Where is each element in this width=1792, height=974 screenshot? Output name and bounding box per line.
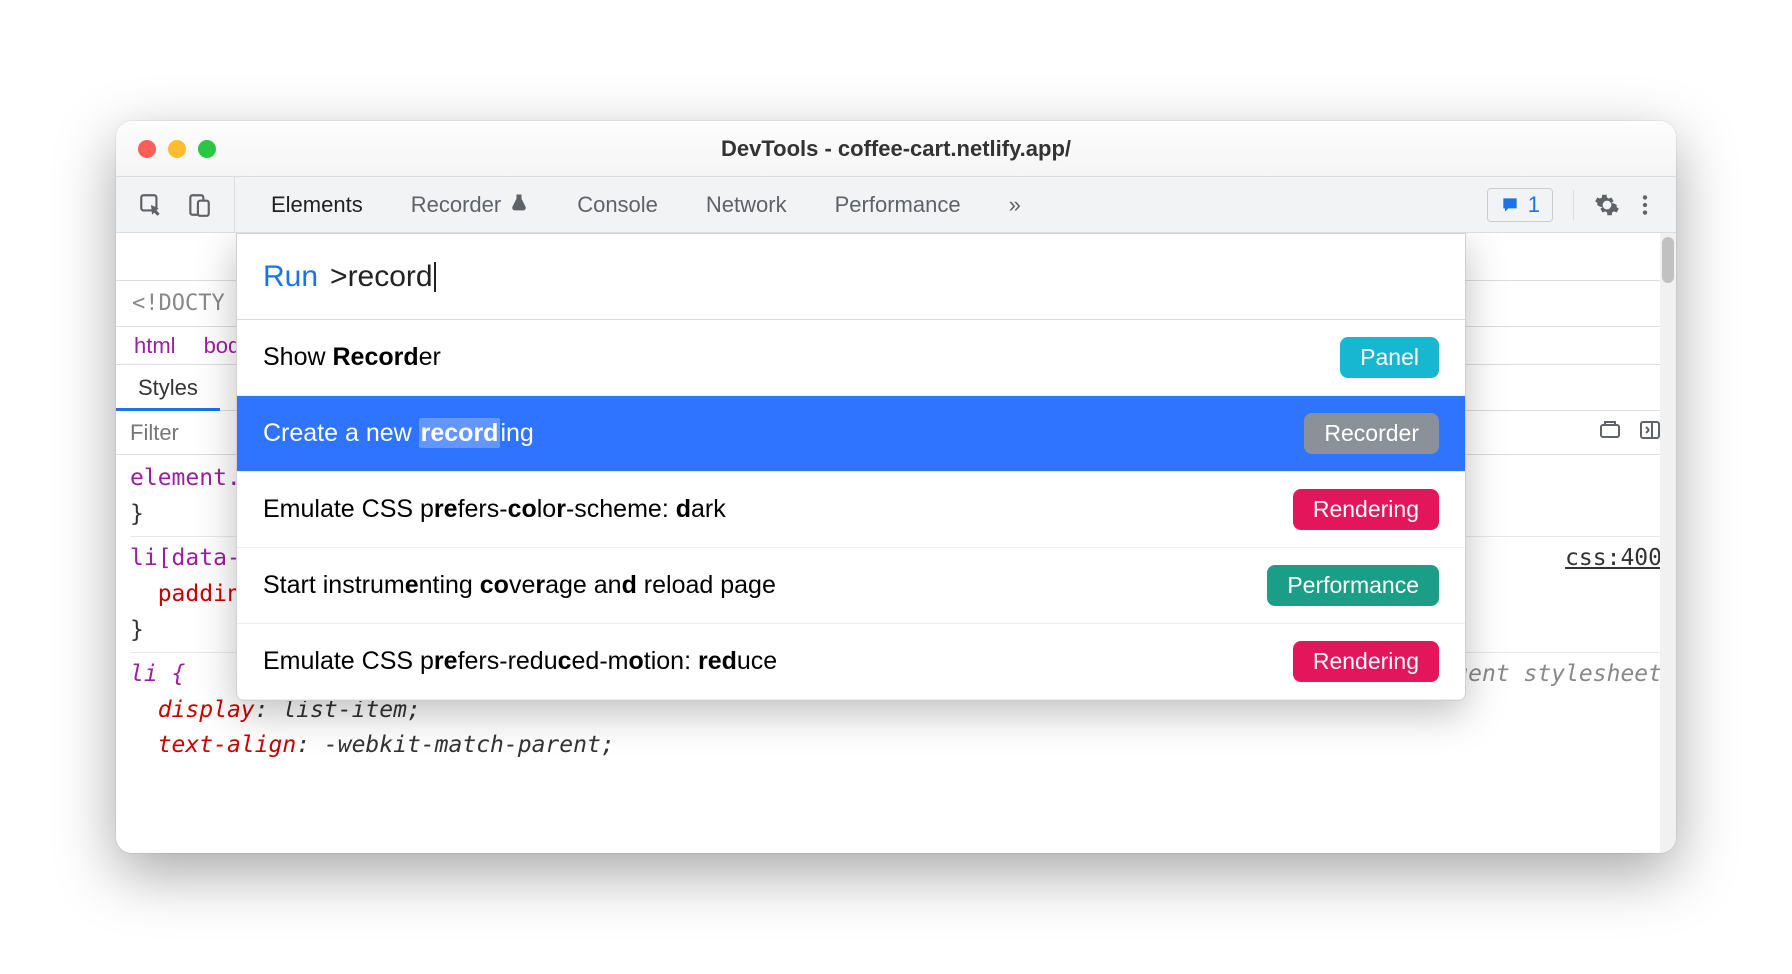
palette-item-label: Emulate CSS prefers-color-scheme: dark [263,495,726,524]
palette-item-1[interactable]: Create a new recording Recorder [237,396,1465,472]
rule1-close: } [130,501,144,527]
palette-item-label: Show Recorder [263,343,441,372]
panel-tabs: Elements Recorder Console Network Perfor… [235,177,1469,232]
tab-recorder[interactable]: Recorder [411,192,529,218]
toggle-sidebar-icon[interactable] [1638,418,1662,448]
rule3-selector: li { [130,661,185,687]
palette-item-label: Start instrumenting coverage and reload … [263,571,776,600]
palette-item-4[interactable]: Emulate CSS prefers-reduced-motion: redu… [237,624,1465,700]
filter-input[interactable]: Filter [130,420,179,446]
rule2-close: } [130,617,144,643]
tab-recorder-label: Recorder [411,192,501,218]
palette-item-badge: Rendering [1293,641,1439,682]
scrollbar[interactable] [1660,233,1676,853]
window-title: DevTools - coffee-cart.netlify.app/ [116,136,1676,162]
command-prefix: Run [263,260,318,294]
tab-performance[interactable]: Performance [835,192,961,218]
zoom-window-button[interactable] [198,140,216,158]
tab-styles[interactable]: Styles [116,365,220,410]
breadcrumb-html[interactable]: html [134,333,176,359]
separator [1573,190,1574,220]
breadcrumb-body[interactable]: bod [204,333,241,359]
palette-item-3[interactable]: Start instrumenting coverage and reload … [237,548,1465,624]
tab-elements[interactable]: Elements [271,192,363,218]
flask-icon [509,192,529,218]
palette-item-badge: Panel [1340,337,1439,378]
rule2-prop: paddin [158,581,241,607]
close-window-button[interactable] [138,140,156,158]
rule3-p1-name: display [158,697,255,723]
issues-badge[interactable]: 1 [1487,188,1553,222]
devtools-window: DevTools - coffee-cart.netlify.app/ Elem… [116,121,1676,853]
command-palette: Run >record Show Recorder Panel Create a n… [236,233,1466,701]
palette-item-badge: Performance [1267,565,1439,606]
tab-network[interactable]: Network [706,192,787,218]
titlebar: DevTools - coffee-cart.netlify.app/ [116,121,1676,177]
rule3-p2-val: : -webkit-match-parent; [296,732,615,758]
tab-console[interactable]: Console [577,192,658,218]
palette-item-badge: Rendering [1293,489,1439,530]
palette-item-2[interactable]: Emulate CSS prefers-color-scheme: dark Re… [237,472,1465,548]
rule3-p2-name: text-align [158,732,296,758]
command-input[interactable]: Run >record [237,234,1465,320]
hover-icon[interactable] [1598,418,1622,448]
issues-count: 1 [1528,192,1540,218]
rule2-source-link[interactable]: css:400 [1565,541,1662,648]
palette-item-label: Create a new recording [263,419,534,448]
inspect-element-icon[interactable] [138,192,164,218]
palette-item-label: Emulate CSS prefers-reduced-motion: redu… [263,647,777,676]
palette-item-0[interactable]: Show Recorder Panel [237,320,1465,396]
more-tabs-icon[interactable]: » [1009,192,1021,218]
palette-item-badge: Recorder [1304,413,1439,454]
command-query: >record [330,260,433,294]
content-area: <!DOCTY html bod Styles Filter [116,233,1676,853]
device-toggle-icon[interactable] [186,192,212,218]
window-controls [116,140,216,158]
settings-icon[interactable] [1594,192,1620,218]
minimize-window-button[interactable] [168,140,186,158]
kebab-menu-icon[interactable] [1632,192,1658,218]
main-toolbar: Elements Recorder Console Network Perfor… [116,177,1676,233]
